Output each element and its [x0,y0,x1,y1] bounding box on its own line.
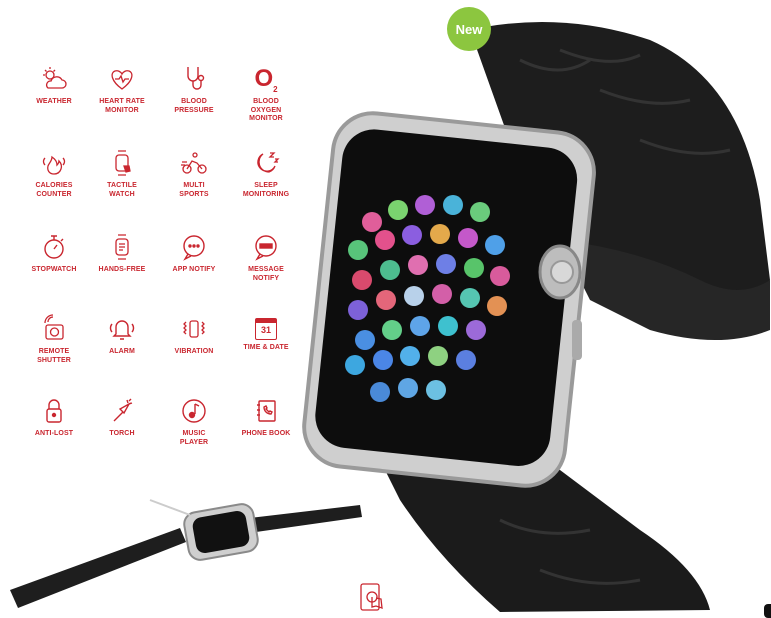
feature-sleep: SLEEP MONITORING [230,148,302,199]
lock-icon [46,399,62,423]
feature-weather: WEATHER [18,64,90,107]
feature-music-player: MUSIC PLAYER [158,396,230,447]
bell-icon [109,320,135,340]
feature-app-notify: APP NOTIFY [158,232,230,275]
feature-alarm: ALARM [86,314,158,357]
feature-stopwatch: STOPWATCH [18,232,90,275]
feature-time-date: 31 TIME & DATE [230,314,302,353]
feature-label: APP NOTIFY [172,266,216,273]
oxygen-icon: O2 [251,64,281,94]
feature-hands-free: HANDS-FREE [86,232,158,275]
feature-label: TACTILE WATCH [107,182,137,198]
feature-blood-oxygen: O2 BLOOD OXYGEN MONITOR [230,64,302,124]
feature-label: MUSIC PLAYER [179,430,209,446]
heart-rate-icon [111,70,133,90]
calendar-icon: 31 [255,318,277,340]
touch-screen-icon [360,583,383,611]
feature-heart-rate: HEART RATE MONITOR [86,64,158,115]
feature-label: MESSAGE NOTIFY [248,266,284,282]
oxygen-symbol: O [254,65,274,92]
feature-multi-sports: MULTI SPORTS [158,148,230,199]
new-badge: New [447,7,491,51]
stethoscope-icon [187,67,205,90]
weather-icon [43,67,67,89]
feature-calories: CALORIES COUNTER [18,148,90,199]
cyclist-icon [181,152,207,174]
moon-icon [257,152,280,173]
feature-label: SLEEP MONITORING [242,182,290,198]
feature-label: REMOTE SHUTTER [37,348,71,364]
feature-tactile-watch: TACTILE WATCH [86,148,158,199]
feature-label: MULTI SPORTS [179,182,209,198]
cropped-element [764,604,771,618]
feature-message-notify: MESSAGE NOTIFY [230,232,302,283]
watch-icon [115,234,129,260]
feature-label: ANTI-LOST [34,430,74,437]
chat-bubble-icon [183,235,205,261]
feature-remote-shutter: REMOTE SHUTTER [18,314,90,365]
feature-label: TORCH [109,430,135,437]
torch-icon [113,398,133,422]
feature-label: HEART RATE MONITOR [99,98,145,114]
oxygen-sub: 2 [273,84,278,94]
feature-label: VIBRATION [174,348,214,355]
small-watch-image [10,499,362,608]
new-badge-label: New [455,21,483,37]
feature-anti-lost: ANTI-LOST [18,396,90,439]
touch-watch-icon [115,150,131,176]
feature-label: BLOOD PRESSURE [174,98,214,114]
feature-torch: TORCH [86,396,158,439]
calendar-day: 31 [260,325,271,335]
feature-phone-book: PHONE BOOK [230,396,302,439]
feature-label: HANDS-FREE [98,266,146,273]
feature-label: STOPWATCH [31,266,77,273]
stopwatch-icon [44,235,64,259]
vibration-icon [183,320,205,338]
feature-vibration: VIBRATION [158,314,230,357]
flame-icon [42,155,66,175]
feature-label: BLOOD OXYGEN MONITOR [249,98,283,122]
message-icon [255,235,277,261]
feature-label: PHONE BOOK [241,430,291,437]
feature-label: WEATHER [36,98,72,105]
feature-label: ALARM [109,348,135,355]
camera-icon [44,314,64,340]
phonebook-icon [257,400,276,422]
music-icon [182,399,206,423]
feature-label: TIME & DATE [243,344,289,351]
feature-blood-pressure: BLOOD PRESSURE [158,64,230,115]
feature-label: CALORIES COUNTER [35,182,73,198]
